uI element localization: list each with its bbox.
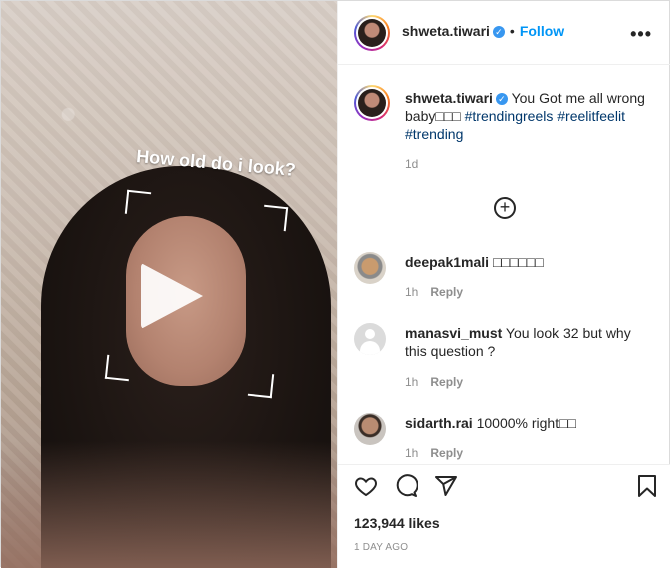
face-frame-corner bbox=[261, 204, 289, 232]
comment-time[interactable]: 1h bbox=[405, 375, 418, 389]
play-icon[interactable] bbox=[141, 263, 203, 329]
hashtag-link[interactable]: #trending bbox=[405, 126, 463, 142]
reply-button[interactable]: Reply bbox=[430, 446, 463, 460]
separator-dot: • bbox=[509, 23, 515, 39]
post-card: How old do i look? shweta.tiwari ✓ • Follow… bbox=[0, 0, 670, 569]
caption-text-block: shweta.tiwari ✓ You Got me all wrong baby… bbox=[405, 89, 655, 173]
comment-time[interactable]: 1h bbox=[405, 446, 418, 460]
comment-text: □□□□□□ bbox=[492, 254, 544, 270]
post-details-panel: shweta.tiwari ✓ • Follow ••• shweta.tiwari ✓… bbox=[337, 1, 670, 569]
video-subject-shoulder bbox=[1, 441, 337, 568]
hashtag-link[interactable]: #reelitfeelit bbox=[557, 108, 625, 124]
verified-badge-icon: ✓ bbox=[492, 26, 505, 39]
comment-body: deepak1mali □□□□□□ bbox=[405, 253, 655, 271]
header-user-line: shweta.tiwari ✓ • Follow bbox=[402, 23, 564, 39]
caption-timestamp[interactable]: 1d bbox=[405, 155, 655, 173]
comment-meta: 1h Reply bbox=[405, 285, 463, 299]
hashtag-link[interactable]: #trendingreels bbox=[465, 108, 554, 124]
comment-body: sidarth.rai 10000% right□□ bbox=[405, 414, 655, 432]
follow-button[interactable]: Follow bbox=[520, 23, 564, 39]
comment-username[interactable]: deepak1mali bbox=[405, 254, 489, 270]
more-options-icon[interactable]: ••• bbox=[630, 24, 652, 45]
avatar[interactable] bbox=[354, 413, 386, 445]
reply-button[interactable]: Reply bbox=[430, 285, 463, 299]
reply-button[interactable]: Reply bbox=[430, 375, 463, 389]
comment-username[interactable]: manasvi_must bbox=[405, 325, 502, 341]
share-icon[interactable] bbox=[434, 474, 458, 498]
post-header: shweta.tiwari ✓ • Follow ••• bbox=[338, 1, 670, 65]
comment-icon[interactable] bbox=[394, 474, 418, 498]
comment-meta: 1h Reply bbox=[405, 375, 463, 389]
likes-count[interactable]: 123,944 likes bbox=[354, 515, 440, 531]
comment-body: manasvi_must You look 32 but why this qu… bbox=[405, 324, 655, 360]
comment-time[interactable]: 1h bbox=[405, 285, 418, 299]
author-username[interactable]: shweta.tiwari bbox=[402, 23, 490, 39]
bookmark-icon[interactable] bbox=[635, 474, 659, 498]
post-date[interactable]: 1 DAY AGO bbox=[354, 542, 408, 553]
verified-badge-icon: ✓ bbox=[495, 93, 508, 106]
comment-meta: 1h Reply bbox=[405, 446, 463, 460]
caption-username[interactable]: shweta.tiwari bbox=[405, 90, 493, 106]
avatar[interactable] bbox=[354, 15, 390, 51]
add-comment-icon[interactable]: + bbox=[494, 197, 516, 219]
avatar[interactable] bbox=[354, 85, 390, 121]
avatar[interactable] bbox=[354, 252, 386, 284]
comment-username[interactable]: sidarth.rai bbox=[405, 415, 473, 431]
reel-video[interactable]: How old do i look? bbox=[1, 1, 337, 568]
face-frame-corner bbox=[104, 354, 132, 382]
face-frame-corner bbox=[124, 189, 152, 217]
avatar[interactable] bbox=[354, 323, 386, 355]
comment-text: 10000% right□□ bbox=[476, 415, 577, 431]
heart-icon[interactable] bbox=[354, 474, 378, 498]
post-actions: 123,944 likes 1 DAY AGO bbox=[338, 464, 670, 569]
face-frame-corner bbox=[247, 371, 275, 399]
